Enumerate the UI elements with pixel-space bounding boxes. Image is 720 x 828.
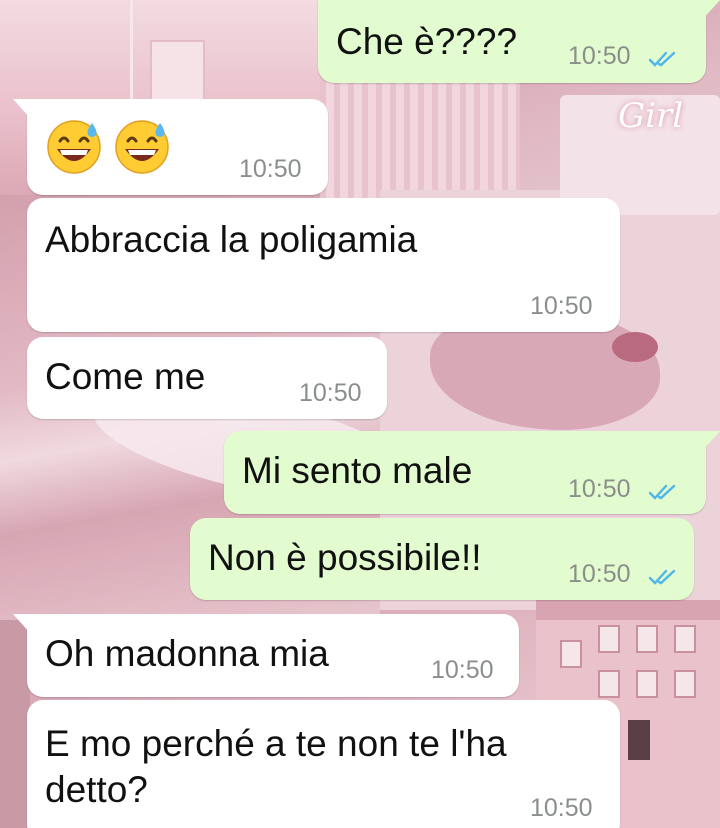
message-bubble-outgoing[interactable]: Non è possibile!! 10:50 <box>190 518 694 600</box>
message-text-line: E mo perché a te non te l'ha <box>45 723 507 764</box>
message-bubble-outgoing[interactable]: Che è???? 10:50 <box>318 0 720 83</box>
wallpaper-window <box>598 625 620 653</box>
wallpaper-window <box>598 670 620 698</box>
wallpaper-window <box>560 640 582 668</box>
message-timestamp: 10:50 <box>568 42 631 70</box>
grinning-face-with-sweat-icon <box>115 120 169 174</box>
message-text: Che è???? <box>336 21 518 62</box>
message-text-line: detto? <box>45 769 148 810</box>
message-text: Non è possibile!! <box>208 537 482 578</box>
message-bubble-outgoing[interactable]: Mi sento male 10:50 <box>224 431 720 514</box>
message-text: Oh madonna mia <box>45 633 329 674</box>
wallpaper-window <box>636 670 658 698</box>
read-receipt-icon <box>648 484 676 500</box>
wallpaper-window <box>674 670 696 698</box>
wallpaper-window <box>674 625 696 653</box>
wallpaper-window <box>636 625 658 653</box>
wallpaper-building-roof <box>536 600 720 620</box>
message-timestamp: 10:50 <box>530 794 593 822</box>
message-bubble-incoming[interactable]: Abbraccia la poligamia 10:50 <box>27 198 620 332</box>
message-timestamp: 10:50 <box>299 379 362 407</box>
wallpaper-building-door <box>628 720 650 760</box>
message-timestamp: 10:50 <box>530 292 593 320</box>
message-bubble-incoming[interactable]: Come me 10:50 <box>27 337 387 419</box>
message-timestamp: 10:50 <box>431 656 494 684</box>
message-timestamp: 10:50 <box>239 155 302 183</box>
grinning-face-with-sweat-icon <box>47 120 101 174</box>
wallpaper-sign-text: Girl <box>618 96 684 136</box>
wallpaper-map-island <box>612 332 658 362</box>
message-timestamp: 10:50 <box>568 475 631 503</box>
message-text: Abbraccia la poligamia <box>45 219 418 260</box>
message-bubble-incoming[interactable]: 10:50 <box>13 99 328 195</box>
message-text: Mi sento male <box>242 450 473 491</box>
wallpaper-coin <box>0 620 30 828</box>
message-timestamp: 10:50 <box>568 560 631 588</box>
read-receipt-icon <box>648 569 676 585</box>
message-bubble-incoming[interactable]: E mo perché a te non te l'ha detto? 10:5… <box>27 700 620 828</box>
read-receipt-icon <box>648 51 676 67</box>
message-text: Come me <box>45 356 206 397</box>
message-bubble-incoming[interactable]: Oh madonna mia 10:50 <box>13 614 519 697</box>
